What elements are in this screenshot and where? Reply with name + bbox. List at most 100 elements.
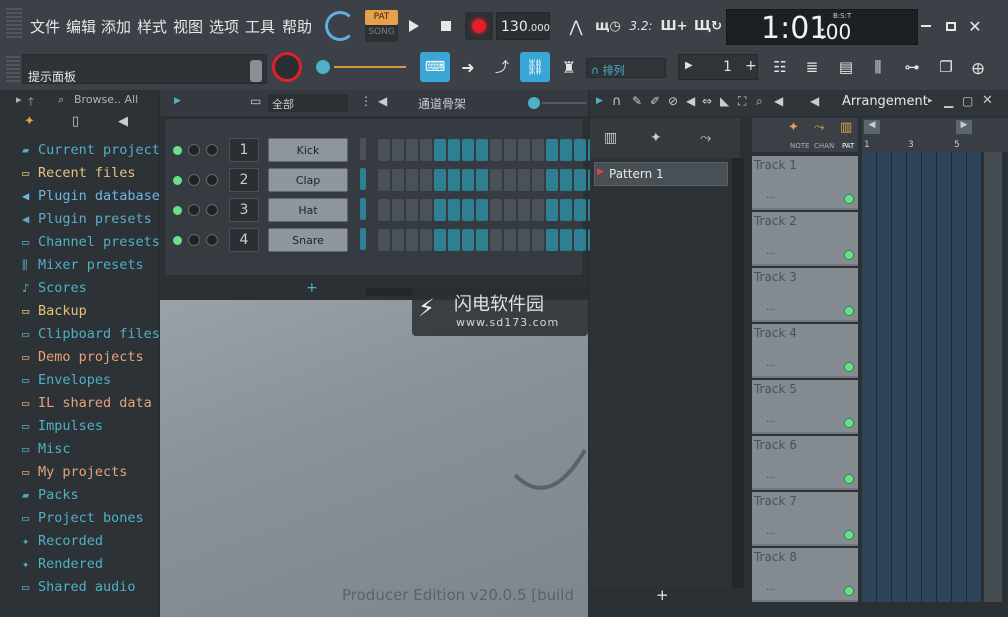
step-button[interactable] <box>546 139 558 161</box>
step-button[interactable] <box>574 199 586 221</box>
track-enable-led[interactable] <box>844 306 854 316</box>
maximize-icon[interactable]: ▢ <box>962 94 973 108</box>
song-position-display[interactable]: 1:01 :00 B:S:T <box>726 9 918 46</box>
step-button[interactable] <box>518 199 530 221</box>
speaker-icon[interactable]: ◀ <box>118 114 128 129</box>
collapse-icon[interactable]: ▸ <box>16 93 22 106</box>
channel-name-button[interactable]: Snare <box>268 228 348 252</box>
step-button[interactable] <box>560 169 572 191</box>
channel-name-button[interactable]: Hat <box>268 198 348 222</box>
play-button[interactable] <box>400 12 428 40</box>
channel-volume-knob[interactable] <box>188 234 200 246</box>
step-button[interactable] <box>392 169 404 191</box>
step-button[interactable] <box>462 139 474 161</box>
scroll-left-icon[interactable]: ◀ <box>864 120 880 134</box>
collapse-icon[interactable]: ◀ <box>810 94 819 108</box>
search-icon[interactable]: ⌕ <box>58 93 64 107</box>
plugin-picker-button[interactable]: ⊶ <box>898 53 926 81</box>
swing-slider[interactable] <box>528 97 586 109</box>
playlist-menu-icon[interactable]: ▶ <box>596 96 603 106</box>
track-enable-led[interactable] <box>844 586 854 596</box>
multilink-button[interactable]: ⤴ <box>488 53 516 81</box>
browser-item[interactable]: ▭ My projects <box>22 464 127 480</box>
close-app-button[interactable]: ✕ <box>961 12 989 40</box>
browser-item[interactable]: ♪ Scores <box>22 280 87 296</box>
step-button[interactable] <box>378 199 390 221</box>
step-button[interactable] <box>420 139 432 161</box>
browser-item[interactable]: ▭ IL shared data <box>22 395 152 411</box>
step-button[interactable] <box>420 199 432 221</box>
step-button[interactable] <box>490 169 502 191</box>
track-header[interactable]: Track 4... <box>752 324 858 378</box>
step-button[interactable] <box>490 229 502 251</box>
channel-led[interactable] <box>173 146 182 155</box>
step-button[interactable] <box>532 169 544 191</box>
browser-item[interactable]: ◀ Plugin presets <box>22 211 152 227</box>
step-button[interactable] <box>490 199 502 221</box>
track-header[interactable]: Track 8... <box>752 548 858 602</box>
group-filter[interactable]: 全部 <box>268 94 348 112</box>
document-icon[interactable]: ▯ <box>72 114 79 129</box>
browser-item[interactable]: ▭ Shared audio <box>22 579 136 595</box>
menu-patterns[interactable]: 样式 <box>137 16 167 37</box>
step-button[interactable] <box>504 199 516 221</box>
timeline-ruler[interactable]: ◀ ▶ 1 3 5 <box>862 118 1008 152</box>
menu-help[interactable]: 帮助 <box>282 16 312 37</box>
speaker-icon[interactable]: ◀ <box>378 94 387 108</box>
playlist-grid[interactable] <box>862 152 982 602</box>
channel-name-button[interactable]: Clap <box>268 168 348 192</box>
pattern-scrollbar[interactable] <box>732 158 744 588</box>
step-button[interactable] <box>560 229 572 251</box>
channel-pan-knob[interactable] <box>206 174 218 186</box>
add-channel-button[interactable]: + <box>306 280 318 296</box>
pattern-item[interactable]: ▶ Pattern 1 <box>594 162 728 186</box>
master-volume-icon[interactable] <box>250 60 262 82</box>
step-button[interactable] <box>476 199 488 221</box>
step-button[interactable] <box>504 229 516 251</box>
wave-icon[interactable]: ✦ <box>24 114 35 129</box>
typing-keyboard-button[interactable]: ⌨ <box>420 52 450 82</box>
track-enable-led[interactable] <box>844 194 854 204</box>
channel-pan-knob[interactable] <box>206 144 218 156</box>
step-button[interactable] <box>434 139 446 161</box>
draw-icon[interactable]: ✎ <box>632 94 642 108</box>
channel-number[interactable]: 4 <box>229 228 259 252</box>
browser-item[interactable]: ▭ Clipboard files <box>22 326 160 342</box>
menu-edit[interactable]: 编辑 <box>66 16 96 37</box>
next-button[interactable]: ➜ <box>454 53 482 81</box>
step-button[interactable] <box>378 139 390 161</box>
step-selector[interactable]: ▶ 1 + <box>678 54 758 80</box>
track-header[interactable]: Track 7... <box>752 492 858 546</box>
step-button[interactable] <box>420 169 432 191</box>
step-button[interactable] <box>406 169 418 191</box>
browser-item[interactable]: ▰ Current project <box>22 142 160 158</box>
rack-menu-icon[interactable]: ▶ <box>174 96 181 106</box>
playlist-vscrollbar[interactable] <box>984 152 1002 602</box>
piano-icon[interactable]: ▥ <box>604 130 617 146</box>
audio-clip-icon[interactable]: ✦ <box>650 130 662 146</box>
step-button[interactable] <box>434 199 446 221</box>
channel-led[interactable] <box>173 176 182 185</box>
stamp-button[interactable]: ♜ <box>555 53 583 81</box>
step-button[interactable] <box>546 199 558 221</box>
channel-led[interactable] <box>173 236 182 245</box>
track-header[interactable]: Track 1... <box>752 156 858 210</box>
audio-icon[interactable]: ✦ <box>788 120 799 135</box>
step-button[interactable] <box>490 139 502 161</box>
step-button[interactable] <box>504 169 516 191</box>
browser-filter[interactable]: Browse.. All <box>74 93 138 106</box>
step-button[interactable] <box>392 199 404 221</box>
channel-pan-knob[interactable] <box>206 234 218 246</box>
step-button[interactable] <box>504 139 516 161</box>
close-icon[interactable]: ✕ <box>982 93 993 108</box>
browser-item[interactable]: ⫼ Mixer presets <box>22 257 144 273</box>
track-enable-led[interactable] <box>844 418 854 428</box>
tab-chan[interactable]: CHAN <box>814 142 834 150</box>
countdown-button[interactable]: 3.2: <box>627 12 655 40</box>
project-browser-button[interactable]: ❐ <box>932 53 960 81</box>
menu-options[interactable]: 选项 <box>209 16 239 37</box>
browser-item[interactable]: ▭ Demo projects <box>22 349 144 365</box>
step-button[interactable] <box>406 199 418 221</box>
step-button[interactable] <box>448 229 460 251</box>
step-button[interactable] <box>546 169 558 191</box>
